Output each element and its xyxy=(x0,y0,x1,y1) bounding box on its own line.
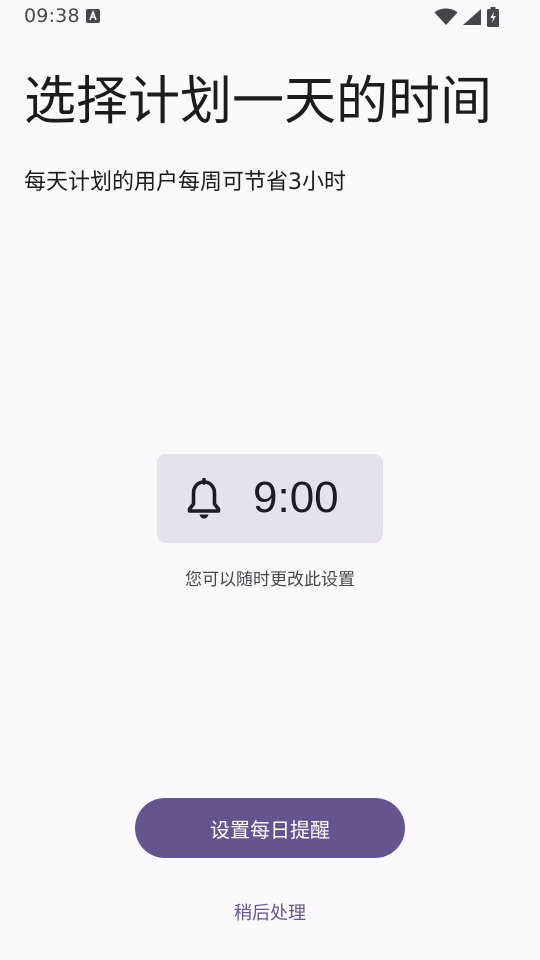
cell-signal-icon xyxy=(463,9,481,25)
status-icons xyxy=(434,7,500,27)
page-title: 选择计划一天的时间 xyxy=(24,72,493,132)
battery-charging-icon xyxy=(487,7,499,27)
reminder-time-picker[interactable]: 9:00 xyxy=(157,454,383,543)
later-button[interactable]: 稍后处理 xyxy=(195,892,345,932)
set-daily-reminder-button[interactable]: 设置每日提醒 xyxy=(135,798,405,858)
bell-icon xyxy=(187,478,221,519)
page-subtitle: 每天计划的用户每周可节省3小时 xyxy=(24,170,346,195)
reminder-time-value: 9:00 xyxy=(253,473,339,522)
change-anytime-hint: 您可以随时更改此设置 xyxy=(185,570,355,590)
wifi-icon xyxy=(434,8,458,25)
status-bar: 09:38 xyxy=(0,0,540,34)
accessibility-a-icon xyxy=(86,9,100,23)
status-time: 09:38 xyxy=(24,5,80,27)
